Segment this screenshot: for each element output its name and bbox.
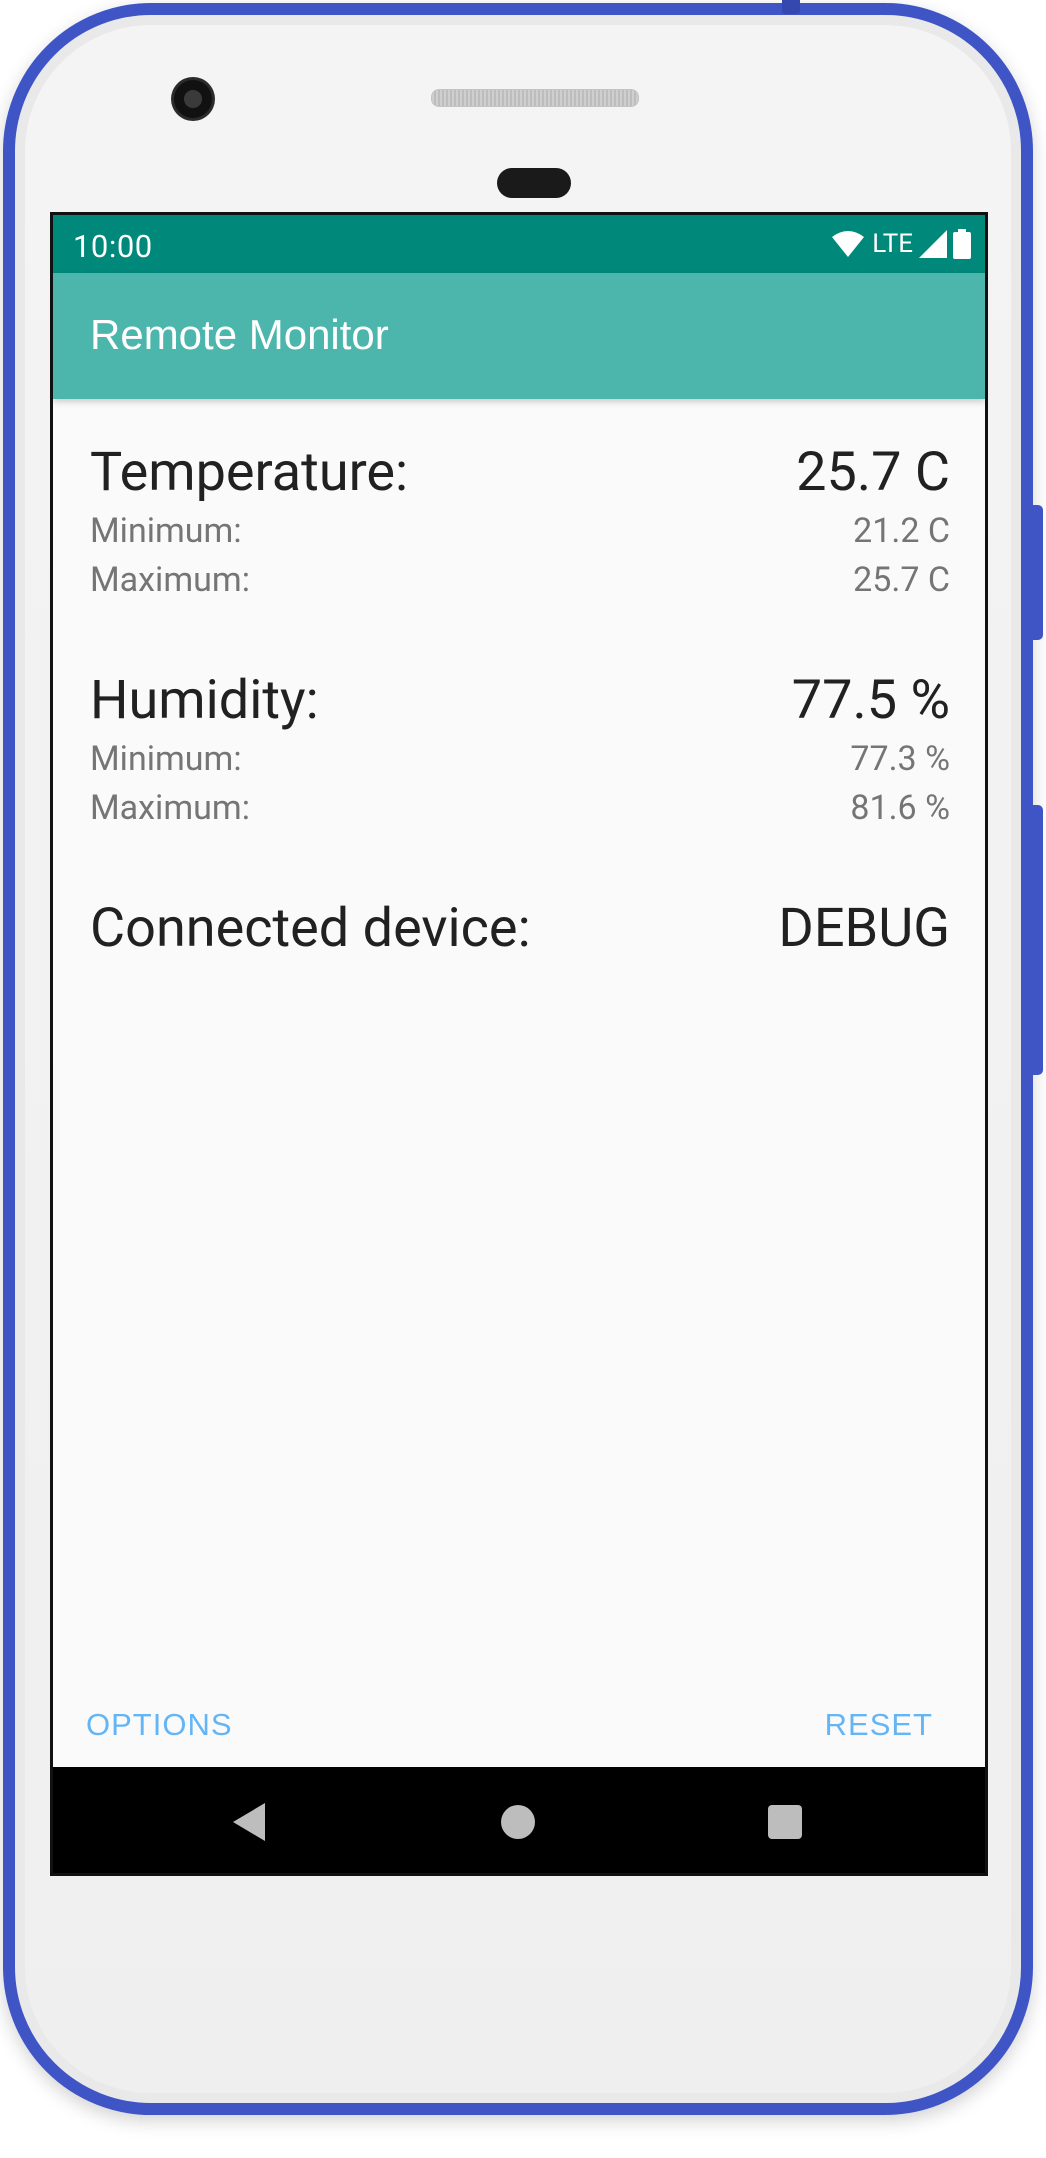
power-button — [1033, 805, 1043, 1075]
temperature-section: Temperature: 25.7 C Minimum: 21.2 C Maxi… — [90, 441, 950, 609]
readings: Temperature: 25.7 C Minimum: 21.2 C Maxi… — [90, 441, 950, 967]
device-label: Connected device: — [90, 897, 531, 960]
humidity-min-row: Minimum: 77.3 % — [90, 739, 950, 788]
temperature-min-value: 21.2 C — [853, 511, 950, 551]
temperature-label: Temperature: — [90, 441, 409, 504]
back-icon[interactable] — [233, 1803, 265, 1841]
temperature-max-label: Maximum: — [90, 560, 250, 600]
front-camera — [171, 77, 215, 121]
earpiece-speaker — [431, 89, 639, 107]
temperature-row: Temperature: 25.7 C — [90, 441, 950, 511]
recents-icon[interactable] — [768, 1805, 802, 1839]
navigation-bar — [53, 1767, 985, 1873]
app-title: Remote Monitor — [90, 311, 389, 358]
status-time: 10:00 — [73, 228, 153, 265]
humidity-min-value: 77.3 % — [850, 739, 950, 779]
humidity-section: Humidity: 77.5 % Minimum: 77.3 % Maximum… — [90, 669, 950, 837]
battery-icon — [953, 229, 971, 259]
status-icons: LTE — [832, 227, 971, 261]
temperature-min-label: Minimum: — [90, 511, 242, 551]
proximity-sensor — [497, 168, 571, 198]
humidity-row: Humidity: 77.5 % — [90, 669, 950, 739]
volume-button — [1033, 505, 1043, 640]
humidity-value: 77.5 % — [791, 669, 950, 732]
temperature-max-row: Maximum: 25.7 C — [90, 560, 950, 609]
humidity-max-value: 81.6 % — [850, 788, 950, 828]
network-type: LTE — [872, 229, 913, 259]
temperature-max-value: 25.7 C — [853, 560, 950, 600]
humidity-label: Humidity: — [90, 669, 319, 732]
humidity-max-row: Maximum: 81.6 % — [90, 788, 950, 837]
signal-icon — [919, 230, 947, 258]
reset-button[interactable]: RESET — [825, 1707, 933, 1743]
device-value: DEBUG — [778, 897, 950, 960]
humidity-max-label: Maximum: — [90, 788, 250, 828]
home-icon[interactable] — [501, 1805, 535, 1839]
options-button[interactable]: OPTIONS — [86, 1707, 233, 1743]
wifi-icon — [832, 231, 865, 257]
status-bar: 10:00 LTE — [53, 215, 985, 273]
app-bar: Remote Monitor — [53, 273, 985, 399]
frame-antenna-band — [782, 0, 800, 14]
humidity-min-label: Minimum: — [90, 739, 242, 779]
temperature-min-row: Minimum: 21.2 C — [90, 511, 950, 560]
temperature-value: 25.7 C — [796, 441, 950, 504]
device-row: Connected device: DEBUG — [90, 897, 950, 967]
action-buttons: OPTIONS RESET — [53, 1685, 985, 1765]
device-screen: 10:00 LTE Remote Monitor Temperature: 25… — [50, 212, 988, 1876]
